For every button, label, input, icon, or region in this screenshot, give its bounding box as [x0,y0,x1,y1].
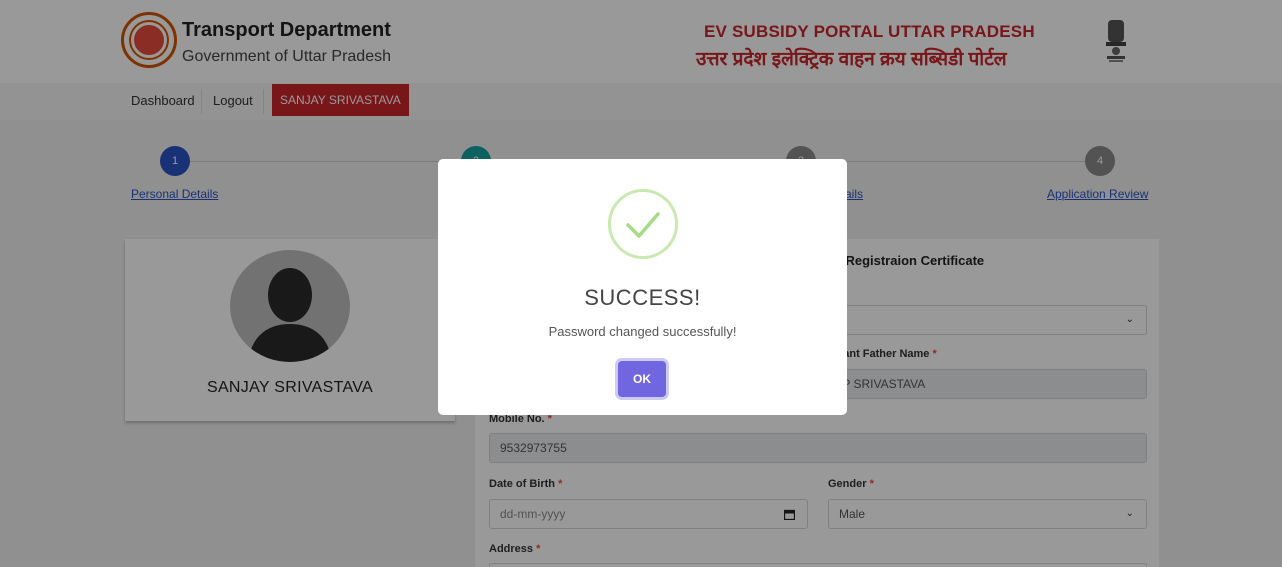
dialog-message: Password changed successfully! [548,324,737,339]
ok-button[interactable]: OK [618,361,666,397]
page: Transport Department Government of Uttar… [0,0,1282,567]
success-dialog: SUCCESS! Password changed successfully! … [438,159,847,415]
success-check-icon [608,189,678,259]
dialog-title: SUCCESS! [584,285,701,310]
